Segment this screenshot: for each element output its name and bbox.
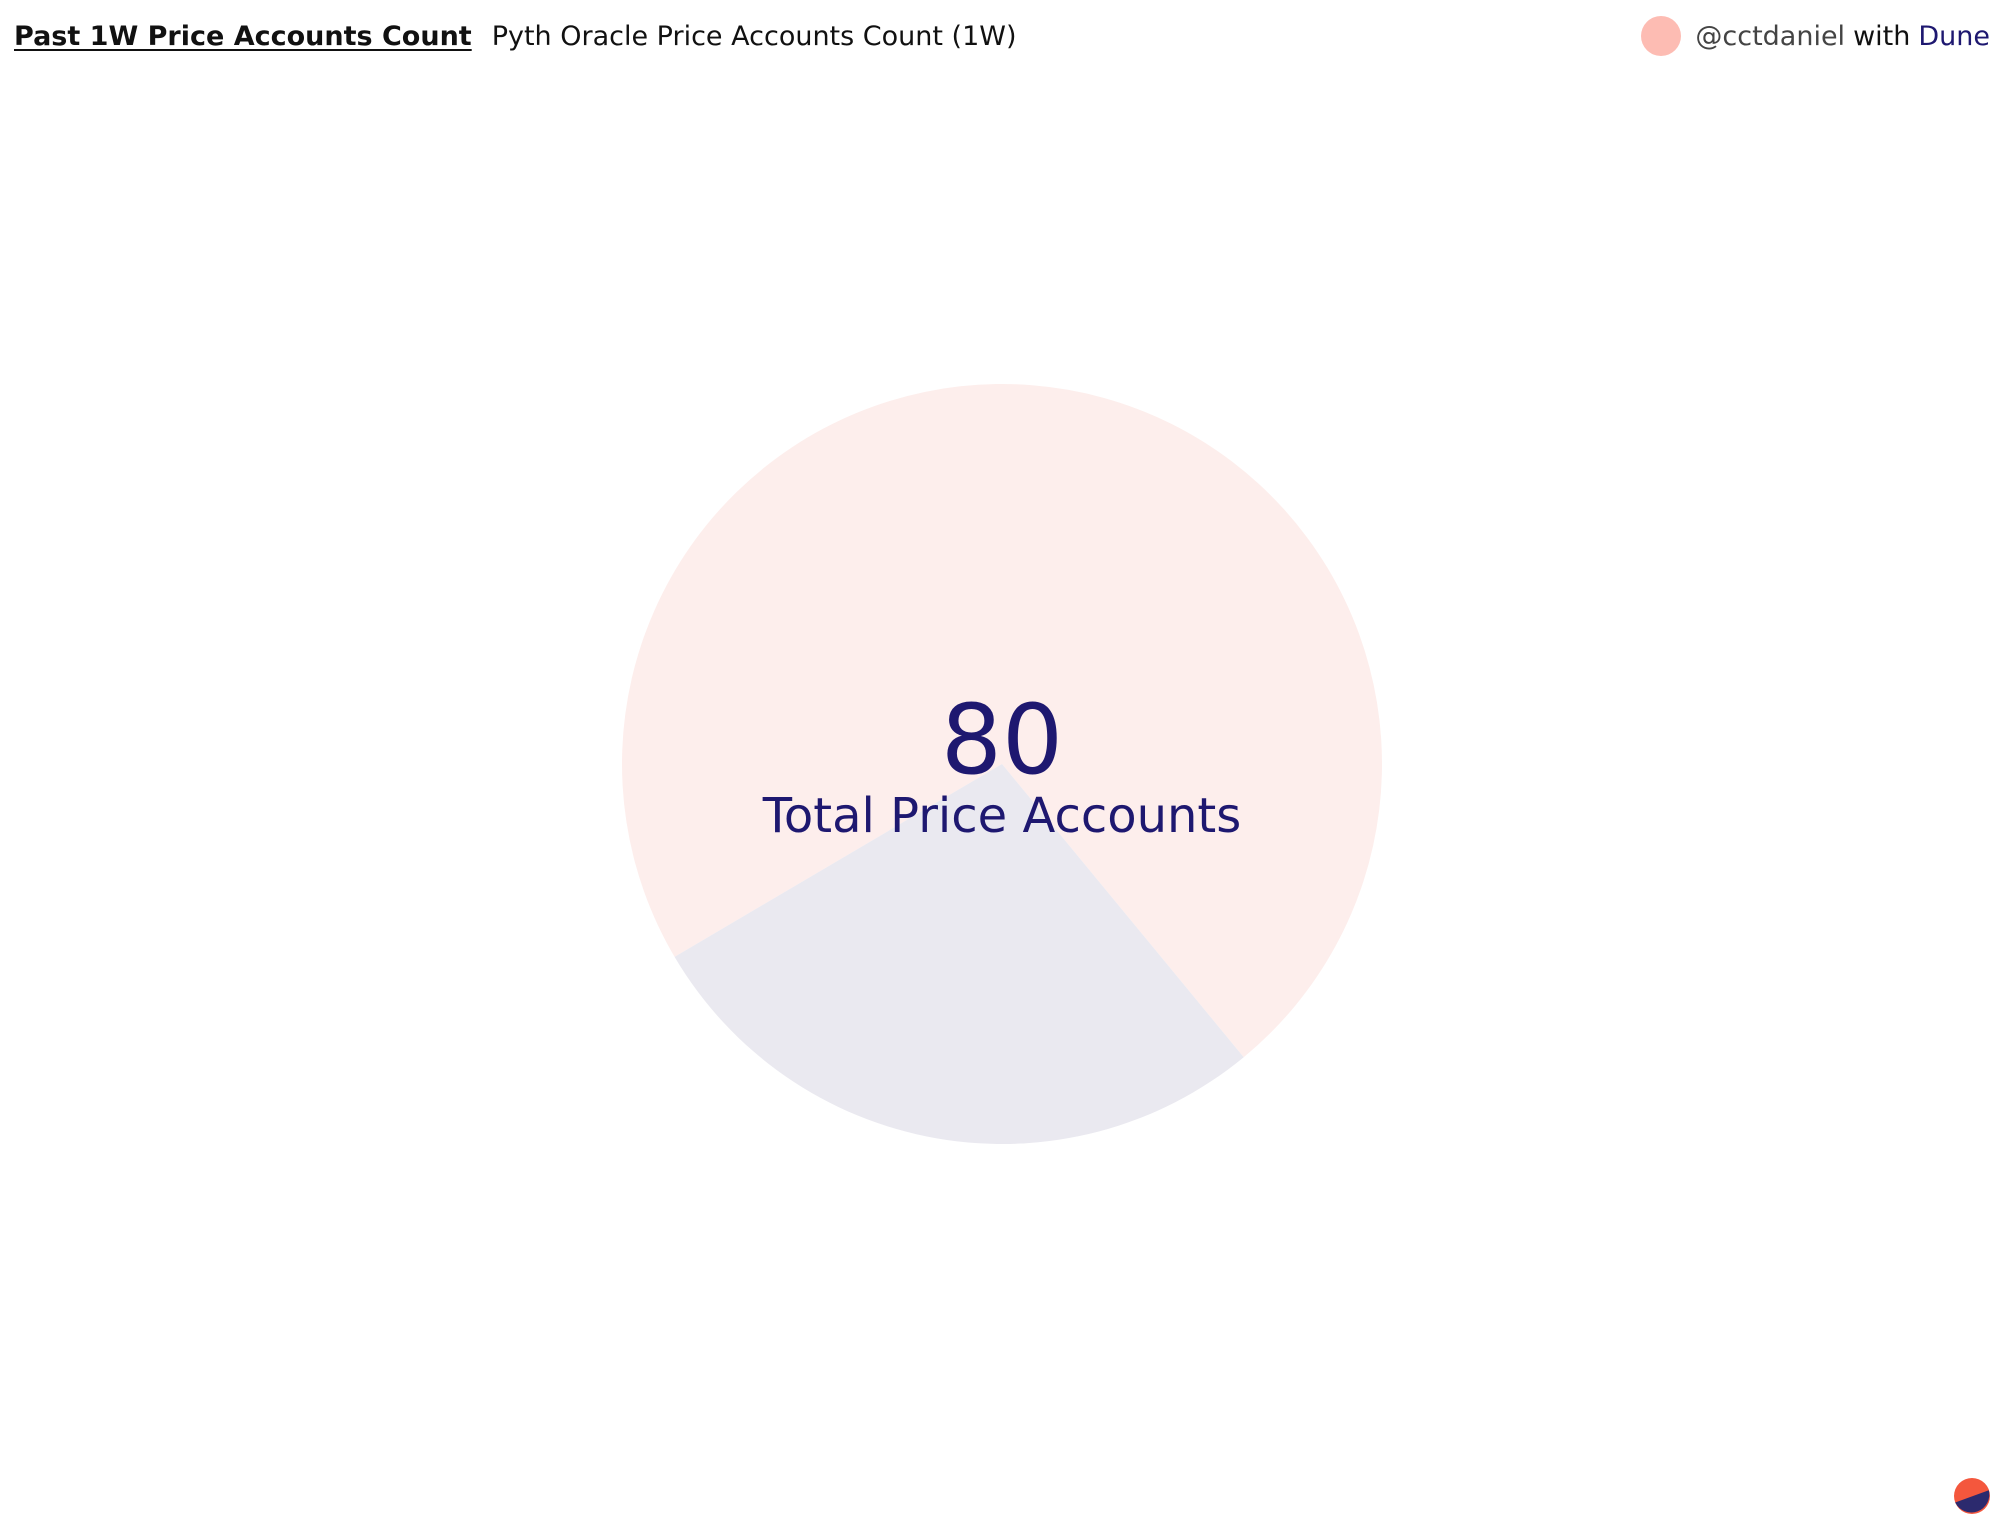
dune-logo-icon[interactable]	[1954, 1478, 1990, 1514]
counter-value: 80	[940, 684, 1064, 796]
counter-label: Total Price Accounts	[762, 788, 1242, 844]
